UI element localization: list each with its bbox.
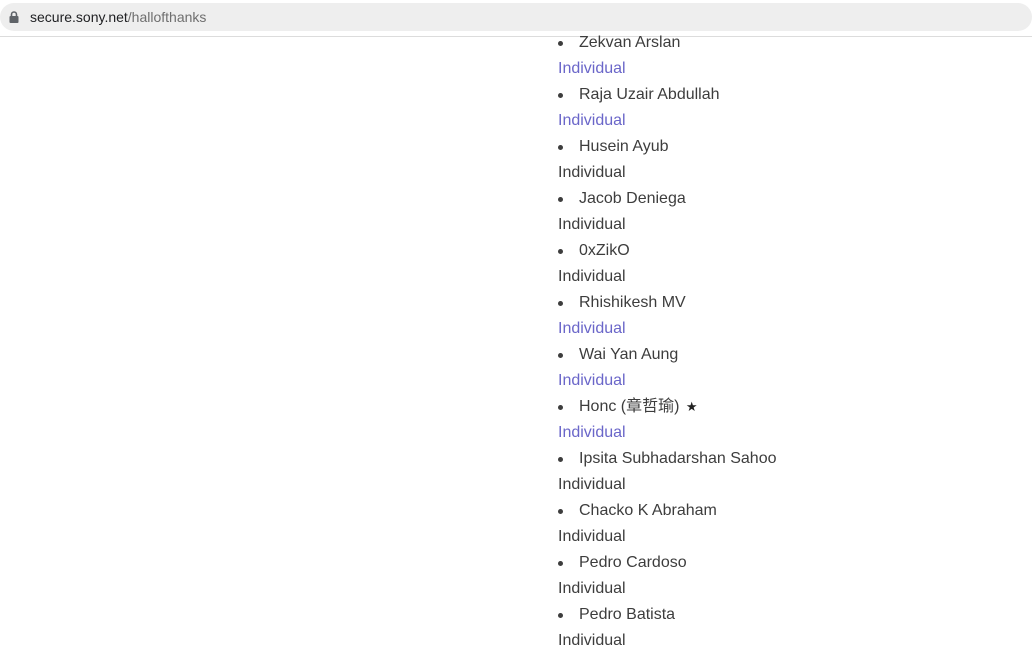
list-item: Jacob Deniega Individual	[558, 186, 1018, 238]
url-path: /hallofthanks	[127, 9, 207, 25]
list-item: Honc (章哲瑜) ★ Individual	[558, 394, 1018, 446]
researcher-type: Individual	[558, 580, 626, 597]
researcher-name-row: Rhishikesh MV	[558, 290, 1018, 316]
researcher-name-row: Honc (章哲瑜) ★	[558, 394, 1018, 420]
bullet-icon	[558, 613, 563, 618]
researcher-name-row: Pedro Cardoso	[558, 550, 1018, 576]
url-text[interactable]: secure.sony.net/hallofthanks	[30, 9, 206, 25]
url-field[interactable]: secure.sony.net/hallofthanks	[0, 3, 1032, 31]
researcher-type-link[interactable]: Individual	[558, 368, 1018, 394]
researcher-name-row: Wai Yan Aung	[558, 342, 1018, 368]
list-item: Rhishikesh MV Individual	[558, 290, 1018, 342]
researcher-name: Pedro Batista	[579, 606, 676, 623]
list-item: Pedro Cardoso Individual	[558, 550, 1018, 602]
researcher-name-row: Jacob Deniega	[558, 186, 1018, 212]
url-host: secure.sony.net	[30, 9, 128, 25]
lock-icon[interactable]	[9, 11, 19, 23]
researcher-name: 0xZikO	[579, 242, 630, 259]
researcher-type-link[interactable]: Individual	[558, 108, 1018, 134]
researcher-type: Individual	[558, 528, 626, 545]
researcher-name-row: Husein Ayub	[558, 134, 1018, 160]
bullet-icon	[558, 301, 563, 306]
researcher-type: Individual	[558, 268, 626, 285]
researcher-name: Jacob Deniega	[579, 190, 686, 207]
researcher-name: Chacko K Abraham	[579, 502, 717, 519]
researcher-name-row: Pedro Batista	[558, 602, 1018, 628]
researcher-type: Individual	[558, 476, 626, 493]
researcher-name: Pedro Cardoso	[579, 554, 687, 571]
researcher-name: Husein Ayub	[579, 138, 669, 155]
researcher-name: Honc (章哲瑜)	[579, 398, 680, 415]
researcher-name-row: Ipsita Subhadarshan Sahoo	[558, 446, 1018, 472]
bullet-icon	[558, 93, 563, 98]
bullet-icon	[558, 41, 563, 46]
researcher-type-link[interactable]: Individual	[558, 316, 1018, 342]
list-item: Husein Ayub Individual	[558, 134, 1018, 186]
researcher-type-link[interactable]: Individual	[558, 420, 1018, 446]
hall-of-thanks-list: Zekvan Arslan Individual Raja Uzair Abdull…	[558, 30, 1018, 654]
bullet-icon	[558, 249, 563, 254]
list-item: Chacko K Abraham Individual	[558, 498, 1018, 550]
star-icon: ★	[685, 399, 698, 414]
researcher-name: Zekvan Arslan	[579, 34, 681, 51]
bullet-icon	[558, 561, 563, 566]
list-item: Zekvan Arslan Individual	[558, 30, 1018, 82]
researcher-name: Ipsita Subhadarshan Sahoo	[579, 450, 777, 467]
list-item: Wai Yan Aung Individual	[558, 342, 1018, 394]
bullet-icon	[558, 145, 563, 150]
bullet-icon	[558, 197, 563, 202]
researcher-name-row: Raja Uzair Abdullah	[558, 82, 1018, 108]
list-item: Ipsita Subhadarshan Sahoo Individual	[558, 446, 1018, 498]
researcher-name: Wai Yan Aung	[579, 346, 679, 363]
researcher-type: Individual	[558, 632, 626, 649]
bullet-icon	[558, 509, 563, 514]
researcher-type: Individual	[558, 216, 626, 233]
researcher-name: Rhishikesh MV	[579, 294, 686, 311]
researcher-type-link[interactable]: Individual	[558, 56, 1018, 82]
researcher-name-row: 0xZikO	[558, 238, 1018, 264]
list-item: 0xZikO Individual	[558, 238, 1018, 290]
researcher-name-row: Chacko K Abraham	[558, 498, 1018, 524]
list-item: Pedro Batista Individual	[558, 602, 1018, 654]
bullet-icon	[558, 405, 563, 410]
researcher-type: Individual	[558, 164, 626, 181]
list-item: Raja Uzair Abdullah Individual	[558, 82, 1018, 134]
researcher-name-row: Zekvan Arslan	[558, 30, 1018, 56]
bullet-icon	[558, 353, 563, 358]
bullet-icon	[558, 457, 563, 462]
researcher-name: Raja Uzair Abdullah	[579, 86, 720, 103]
